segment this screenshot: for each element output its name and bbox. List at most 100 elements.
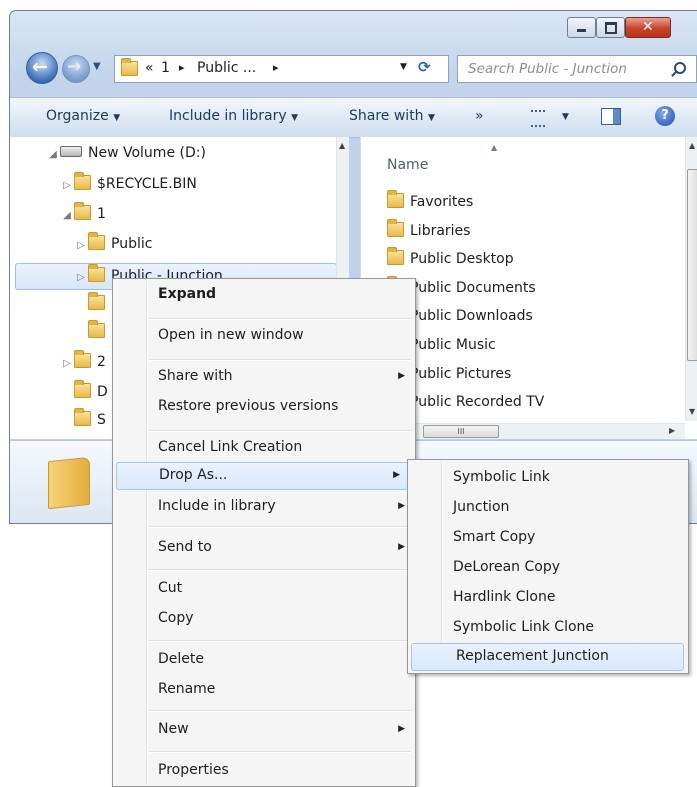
tree-item-label: 1 <box>97 206 106 222</box>
menu-item-symbolic-link[interactable]: Symbolic Link <box>410 464 550 490</box>
menu-separator <box>149 359 411 361</box>
search-box[interactable]: Search Public - Junction <box>457 55 697 83</box>
maximize-button[interactable] <box>596 17 625 38</box>
tree-item-1[interactable]: ◢ 1 <box>60 202 106 231</box>
maximize-icon <box>605 22 617 34</box>
address-bar[interactable]: « 1 ▸ Public ... ▸ ▼ ⟳ <box>114 55 449 83</box>
refresh-icon[interactable]: ⟳ <box>418 58 431 76</box>
help-icon[interactable]: ? <box>655 106 675 126</box>
share-with-button[interactable]: Share with ▼ <box>349 108 435 124</box>
menu-item-copy[interactable]: Copy <box>115 605 194 631</box>
junction-folder-icon <box>88 264 105 282</box>
file-list-vscroll[interactable]: ▲ ▼ <box>685 137 697 421</box>
breadcrumb-separator-icon[interactable]: ▸ <box>273 61 279 74</box>
tree-item-s[interactable]: S <box>74 408 106 437</box>
menu-item-cut[interactable]: Cut <box>115 575 182 601</box>
submenu-arrow-icon: ▶ <box>398 724 405 734</box>
expand-arrow-icon[interactable]: ▷ <box>60 358 74 369</box>
drop-as-submenu: Symbolic Link Junction Smart Copy DeLore… <box>407 459 689 674</box>
menu-item-delete[interactable]: Delete <box>115 646 204 672</box>
tree-item-new-volume[interactable]: ◢ New Volume (D:) <box>46 145 206 171</box>
menu-item-junction[interactable]: Junction <box>410 494 509 520</box>
more-commands-button[interactable]: » <box>475 108 484 124</box>
menu-item-symbolic-link-clone[interactable]: Symbolic Link Clone <box>410 614 594 640</box>
breadcrumb-public[interactable]: Public ... <box>197 60 256 76</box>
tree-item-2[interactable]: ▷ 2 <box>60 350 106 379</box>
item-label: Public Recorded TV <box>410 394 545 411</box>
folder-icon <box>74 380 91 398</box>
drive-icon <box>60 146 82 157</box>
tree-item-public[interactable]: ▷ Public <box>74 232 152 261</box>
expand-arrow-icon[interactable]: ▷ <box>60 180 74 191</box>
address-dropdown-icon[interactable]: ▼ <box>400 62 407 72</box>
folder-icon <box>88 232 105 250</box>
folder-icon <box>387 190 404 208</box>
change-view-icon[interactable] <box>531 110 545 127</box>
menu-item-cancel-link-creation[interactable]: Cancel Link Creation <box>115 434 302 460</box>
recent-pages-dropdown-icon[interactable]: ▼ <box>93 61 101 72</box>
menu-item-expand[interactable]: Expand <box>115 281 216 307</box>
search-input[interactable]: Search Public - Junction <box>468 61 627 77</box>
folder-icon <box>88 292 105 310</box>
include-in-library-button[interactable]: Include in library ▼ <box>169 108 298 124</box>
tree-item-label: $RECYCLE.BIN <box>97 176 197 192</box>
menu-item-label: Share with <box>158 368 233 384</box>
menu-item-delorean-copy[interactable]: DeLorean Copy <box>410 554 560 580</box>
tree-item[interactable] <box>88 320 111 349</box>
expand-arrow-icon[interactable]: ▷ <box>74 240 88 251</box>
minimize-button[interactable] <box>567 17 596 38</box>
scroll-thumb[interactable] <box>687 169 697 361</box>
menu-item-hardlink-clone[interactable]: Hardlink Clone <box>410 584 555 610</box>
menu-item-send-to[interactable]: Send to ▶ <box>115 534 413 560</box>
folder-icon <box>74 350 91 368</box>
menu-item-label: Include in library <box>158 498 276 514</box>
menu-separator <box>149 526 411 528</box>
column-header-name[interactable]: Name <box>387 157 428 173</box>
breadcrumb-1[interactable]: 1 <box>161 60 170 76</box>
breadcrumb-overflow[interactable]: « <box>145 60 154 76</box>
context-menu: Expand Open in new window Share with ▶ Re… <box>112 278 416 787</box>
hscroll-thumb[interactable]: III <box>423 425 499 438</box>
menu-item-smart-copy[interactable]: Smart Copy <box>410 524 535 550</box>
dropdown-arrow-icon: ▼ <box>291 113 299 123</box>
menu-item-properties[interactable]: Properties <box>115 757 229 783</box>
list-item[interactable]: Public Desktop <box>387 247 544 279</box>
scroll-down-icon[interactable]: ▼ <box>689 407 695 416</box>
preview-pane-icon[interactable] <box>601 108 621 125</box>
tree-item-label: D <box>97 384 108 400</box>
dropdown-arrow-icon: ▼ <box>113 113 121 123</box>
tree-item-d[interactable]: D <box>74 380 108 409</box>
menu-item-share-with[interactable]: Share with ▶ <box>115 363 413 389</box>
tree-item-recycle-bin[interactable]: ▷ $RECYCLE.BIN <box>60 172 197 201</box>
folder-icon <box>387 218 404 237</box>
tree-item[interactable] <box>88 292 111 321</box>
scroll-up-icon[interactable]: ▲ <box>689 141 695 150</box>
back-button[interactable]: ← <box>26 52 58 84</box>
breadcrumb-separator-icon[interactable]: ▸ <box>179 61 185 74</box>
collapse-arrow-icon[interactable]: ◢ <box>60 210 74 221</box>
dropdown-arrow-icon: ▼ <box>428 113 435 123</box>
menu-separator <box>149 569 411 571</box>
forward-button[interactable]: → <box>62 55 90 83</box>
view-dropdown-icon[interactable]: ▼ <box>562 112 569 122</box>
list-item[interactable]: Favorites <box>387 190 544 222</box>
list-item[interactable]: Libraries <box>387 218 544 251</box>
menu-item-open-in-new-window[interactable]: Open in new window <box>115 322 304 348</box>
scroll-up-icon[interactable]: ▲ <box>339 141 345 150</box>
organize-label: Organize <box>46 108 109 124</box>
expand-arrow-icon[interactable]: ▷ <box>74 272 88 283</box>
menu-item-replacement-junction[interactable]: Replacement Junction <box>411 643 684 671</box>
collapse-arrow-icon[interactable]: ◢ <box>46 149 60 160</box>
menu-item-drop-as[interactable]: Drop As... ▶ <box>116 462 409 490</box>
organize-button[interactable]: Organize ▼ <box>46 108 120 124</box>
menu-separator <box>149 751 411 753</box>
scroll-right-icon[interactable]: ▶ <box>669 426 675 435</box>
menu-item-new[interactable]: New ▶ <box>115 716 413 742</box>
submenu-arrow-icon: ▶ <box>393 470 400 480</box>
close-button[interactable]: ✕ <box>625 17 671 38</box>
menu-item-label: New <box>158 721 189 737</box>
item-label: Public Music <box>410 336 496 353</box>
menu-item-restore-previous-versions[interactable]: Restore previous versions <box>115 393 338 419</box>
menu-item-include-in-library[interactable]: Include in library ▶ <box>115 493 413 519</box>
menu-item-rename[interactable]: Rename <box>115 676 215 702</box>
